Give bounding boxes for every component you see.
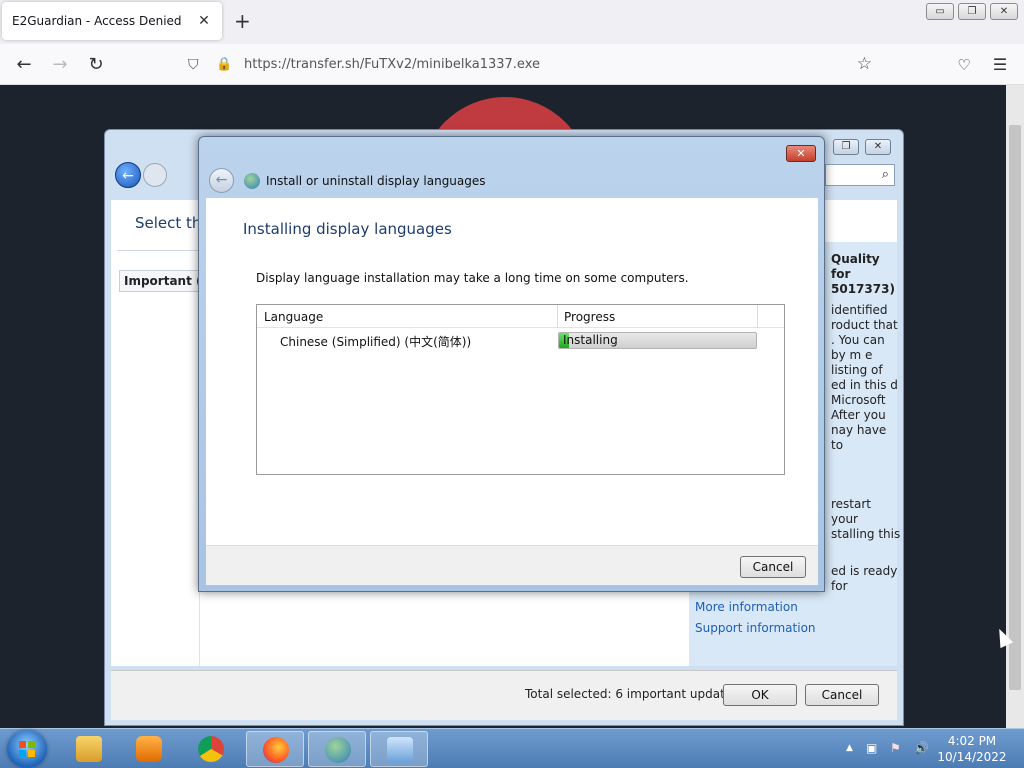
wu-details-text-3: ed is ready for (831, 564, 898, 593)
browser-tab-active[interactable]: E2Guardian - Access Denied ✕ (2, 2, 222, 40)
wu-forward-icon[interactable] (143, 163, 167, 187)
control-panel-icon (387, 737, 413, 763)
clock-time: 4:02 PM (947, 734, 997, 748)
tracking-shield-icon[interactable]: ⛉ (188, 57, 206, 73)
dialog-cancel-button[interactable]: Cancel (740, 556, 806, 578)
dialog-description: Display language installation may take a… (256, 271, 689, 285)
forward-button[interactable]: → (48, 53, 72, 77)
scroll-thumb[interactable] (1009, 125, 1021, 690)
window-minimize-button[interactable]: ▭ (926, 3, 954, 20)
wu-footer: Total selected: 6 important updates OK C… (111, 670, 897, 720)
wu-details-text-2: restart your stalling this (831, 497, 901, 541)
dialog-title: Install or uninstall display languages (266, 174, 486, 188)
taskbar-chrome[interactable] (182, 731, 240, 767)
window-close-button[interactable]: ✕ (990, 3, 1018, 20)
dialog-body: Installing display languages Display lan… (206, 198, 818, 545)
windows-logo-icon (19, 741, 35, 757)
wu-close-button[interactable]: ✕ (865, 139, 891, 155)
wu-cancel-button[interactable]: Cancel (805, 684, 879, 706)
wu-search-input[interactable]: ⌕ (825, 164, 895, 186)
list-header: Language Progress (257, 305, 784, 328)
install-progress-bar: Installing (558, 332, 757, 349)
folder-icon (76, 736, 102, 762)
menu-icon[interactable]: ☰ (988, 53, 1012, 77)
taskbar-windows-update[interactable] (308, 731, 366, 767)
system-clock[interactable]: 4:02 PM 10/14/2022 (936, 733, 1008, 765)
reload-button[interactable]: ↻ (84, 53, 108, 77)
taskbar-media-player[interactable] (120, 731, 178, 767)
dialog-back-icon[interactable]: ← (209, 168, 234, 193)
chrome-icon (198, 736, 224, 762)
dialog-footer: Cancel (206, 545, 818, 585)
wu-important-tab[interactable]: Important (6) (119, 270, 201, 292)
wu-back-icon[interactable]: ← (115, 162, 141, 188)
lock-icon[interactable]: 🔒 (216, 57, 234, 72)
language-list[interactable]: Language Progress Chinese (Simplified) (… (256, 304, 785, 475)
support-information-link[interactable]: Support information (695, 621, 816, 635)
wu-details-title: Quality for 5017373) (831, 252, 895, 296)
total-selected-text: Total selected: 6 important updates (525, 687, 739, 701)
dialog-heading: Installing display languages (243, 220, 452, 238)
pocket-icon[interactable]: ♡ (952, 53, 976, 77)
window-maximize-button[interactable]: ❐ (958, 3, 986, 20)
search-icon[interactable]: ⌕ (882, 167, 889, 182)
progress-status: Installing (563, 333, 618, 347)
list-item-language[interactable]: Chinese (Simplified) (中文(简体)) (280, 333, 471, 350)
network-icon[interactable]: ▣ (866, 741, 877, 755)
column-header-language[interactable]: Language (264, 310, 323, 324)
column-separator[interactable] (757, 305, 758, 328)
install-languages-dialog: ✕ ← Install or uninstall display languag… (198, 136, 825, 592)
column-header-progress[interactable]: Progress (564, 310, 615, 324)
tab-title: E2Guardian - Access Denied (12, 14, 182, 28)
column-separator[interactable] (557, 305, 558, 328)
media-player-icon (136, 736, 162, 762)
taskbar-explorer[interactable] (60, 731, 118, 767)
page-scrollbar[interactable] (1006, 85, 1024, 728)
dialog-close-button[interactable]: ✕ (786, 145, 816, 162)
browser-navbar: ← → ↻ ⛉ 🔒 https://transfer.sh/FuTXv2/min… (0, 44, 1024, 85)
more-information-link[interactable]: More information (695, 600, 798, 614)
taskbar-control-panel[interactable] (370, 731, 428, 767)
browser-tabstrip: E2Guardian - Access Denied ✕ + ▭ ❐ ✕ (0, 0, 1024, 44)
wu-maximize-button[interactable]: ❐ (833, 139, 859, 155)
tab-close-icon[interactable]: ✕ (196, 13, 212, 29)
firefox-icon (263, 737, 289, 763)
taskbar-firefox[interactable] (246, 731, 304, 767)
windows-update-icon (325, 737, 351, 763)
taskbar: ▲ ▣ ⚑ 🔊 4:02 PM 10/14/2022 (0, 728, 1024, 768)
url-bar[interactable]: ⛉ 🔒 https://transfer.sh/FuTXv2/minibelka… (182, 50, 878, 79)
tray-expand-icon[interactable]: ▲ (846, 743, 853, 753)
clock-date: 10/14/2022 (937, 750, 1007, 764)
new-tab-button[interactable]: + (234, 10, 251, 32)
language-globe-icon (244, 173, 260, 189)
url-text[interactable]: https://transfer.sh/FuTXv2/minibelka1337… (244, 57, 540, 72)
action-center-flag-icon[interactable]: ⚑ (890, 741, 901, 755)
back-button[interactable]: ← (12, 53, 36, 77)
start-button[interactable] (7, 730, 47, 768)
wu-ok-button[interactable]: OK (723, 684, 797, 706)
wu-details-text: identified roduct that . You can by m e … (831, 303, 898, 452)
volume-icon[interactable]: 🔊 (914, 741, 929, 755)
bookmark-star-icon[interactable]: ☆ (857, 54, 872, 74)
